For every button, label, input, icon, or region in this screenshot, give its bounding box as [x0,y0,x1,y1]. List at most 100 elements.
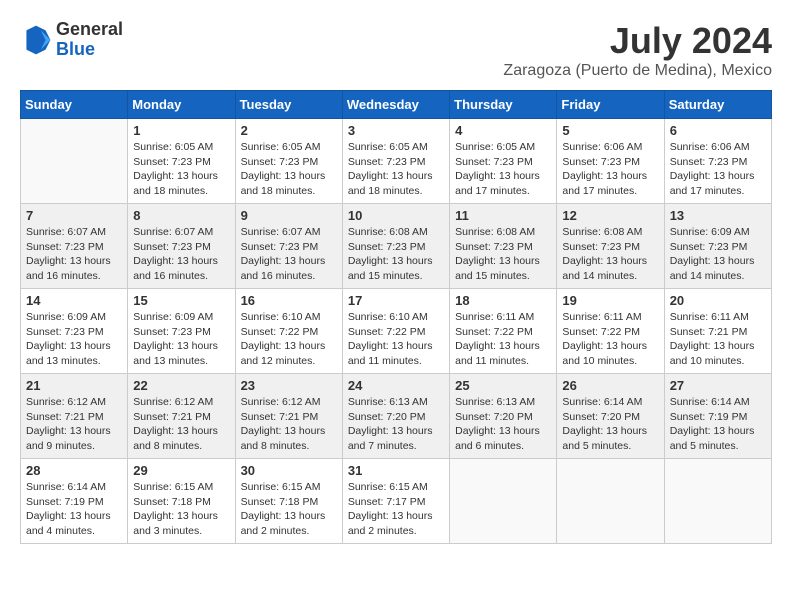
day-number: 28 [26,463,122,478]
calendar-cell: 24 Sunrise: 6:13 AMSunset: 7:20 PMDayligh… [342,374,449,459]
calendar-cell: 27 Sunrise: 6:14 AMSunset: 7:19 PMDayligh… [664,374,771,459]
calendar-cell: 19 Sunrise: 6:11 AMSunset: 7:22 PMDayligh… [557,289,664,374]
day-info: Sunrise: 6:13 AMSunset: 7:20 PMDaylight:… [348,395,444,454]
day-number: 10 [348,208,444,223]
logo-icon [20,24,52,56]
day-number: 1 [133,123,229,138]
day-info: Sunrise: 6:09 AMSunset: 7:23 PMDaylight:… [670,225,766,284]
day-info: Sunrise: 6:11 AMSunset: 7:22 PMDaylight:… [455,310,551,369]
day-number: 16 [241,293,337,308]
day-number: 12 [562,208,658,223]
day-number: 6 [670,123,766,138]
day-info: Sunrise: 6:07 AMSunset: 7:23 PMDaylight:… [26,225,122,284]
day-number: 18 [455,293,551,308]
day-number: 14 [26,293,122,308]
day-number: 2 [241,123,337,138]
day-number: 17 [348,293,444,308]
calendar-week-row: 1 Sunrise: 6:05 AMSunset: 7:23 PMDaylight… [21,119,772,204]
calendar-cell: 21 Sunrise: 6:12 AMSunset: 7:21 PMDayligh… [21,374,128,459]
day-info: Sunrise: 6:06 AMSunset: 7:23 PMDaylight:… [562,140,658,199]
weekday-header-monday: Monday [128,91,235,119]
day-info: Sunrise: 6:11 AMSunset: 7:21 PMDaylight:… [670,310,766,369]
day-number: 23 [241,378,337,393]
day-info: Sunrise: 6:11 AMSunset: 7:22 PMDaylight:… [562,310,658,369]
day-info: Sunrise: 6:09 AMSunset: 7:23 PMDaylight:… [133,310,229,369]
day-info: Sunrise: 6:08 AMSunset: 7:23 PMDaylight:… [562,225,658,284]
day-info: Sunrise: 6:12 AMSunset: 7:21 PMDaylight:… [241,395,337,454]
weekday-header-friday: Friday [557,91,664,119]
day-number: 4 [455,123,551,138]
logo: General Blue [20,20,123,60]
calendar-cell: 15 Sunrise: 6:09 AMSunset: 7:23 PMDayligh… [128,289,235,374]
month-year-title: July 2024 [503,20,772,62]
day-number: 30 [241,463,337,478]
day-info: Sunrise: 6:14 AMSunset: 7:19 PMDaylight:… [670,395,766,454]
calendar-week-row: 14 Sunrise: 6:09 AMSunset: 7:23 PMDayligh… [21,289,772,374]
calendar-cell: 2 Sunrise: 6:05 AMSunset: 7:23 PMDaylight… [235,119,342,204]
day-info: Sunrise: 6:12 AMSunset: 7:21 PMDaylight:… [26,395,122,454]
day-info: Sunrise: 6:10 AMSunset: 7:22 PMDaylight:… [348,310,444,369]
day-number: 29 [133,463,229,478]
weekday-header-row: SundayMondayTuesdayWednesdayThursdayFrid… [21,91,772,119]
calendar-cell [557,459,664,544]
day-number: 15 [133,293,229,308]
day-number: 24 [348,378,444,393]
day-info: Sunrise: 6:05 AMSunset: 7:23 PMDaylight:… [348,140,444,199]
calendar-cell: 14 Sunrise: 6:09 AMSunset: 7:23 PMDayligh… [21,289,128,374]
day-number: 25 [455,378,551,393]
day-info: Sunrise: 6:05 AMSunset: 7:23 PMDaylight:… [133,140,229,199]
calendar-cell: 28 Sunrise: 6:14 AMSunset: 7:19 PMDayligh… [21,459,128,544]
calendar-cell: 30Sunrise: 6:15 AMSunset: 7:18 PMDayligh… [235,459,342,544]
calendar-cell: 25 Sunrise: 6:13 AMSunset: 7:20 PMDayligh… [450,374,557,459]
calendar-week-row: 28 Sunrise: 6:14 AMSunset: 7:19 PMDayligh… [21,459,772,544]
title-section: July 2024 Zaragoza (Puerto de Medina), M… [503,20,772,80]
calendar-cell: 22 Sunrise: 6:12 AMSunset: 7:21 PMDayligh… [128,374,235,459]
day-number: 11 [455,208,551,223]
calendar-cell: 18 Sunrise: 6:11 AMSunset: 7:22 PMDayligh… [450,289,557,374]
calendar-cell: 1 Sunrise: 6:05 AMSunset: 7:23 PMDaylight… [128,119,235,204]
calendar-cell: 29Sunrise: 6:15 AMSunset: 7:18 PMDayligh… [128,459,235,544]
calendar-week-row: 7 Sunrise: 6:07 AMSunset: 7:23 PMDaylight… [21,204,772,289]
day-info: Sunrise: 6:07 AMSunset: 7:23 PMDaylight:… [241,225,337,284]
day-info: Sunrise: 6:15 AMSunset: 7:17 PMDaylight:… [348,480,444,539]
day-info: Sunrise: 6:14 AMSunset: 7:20 PMDaylight:… [562,395,658,454]
day-info: Sunrise: 6:14 AMSunset: 7:19 PMDaylight:… [26,480,122,539]
day-number: 3 [348,123,444,138]
day-number: 13 [670,208,766,223]
weekday-header-saturday: Saturday [664,91,771,119]
day-info: Sunrise: 6:05 AMSunset: 7:23 PMDaylight:… [455,140,551,199]
day-number: 5 [562,123,658,138]
day-number: 20 [670,293,766,308]
calendar-cell: 7 Sunrise: 6:07 AMSunset: 7:23 PMDaylight… [21,204,128,289]
day-info: Sunrise: 6:05 AMSunset: 7:23 PMDaylight:… [241,140,337,199]
calendar-cell: 3 Sunrise: 6:05 AMSunset: 7:23 PMDaylight… [342,119,449,204]
calendar-cell: 17 Sunrise: 6:10 AMSunset: 7:22 PMDayligh… [342,289,449,374]
day-number: 21 [26,378,122,393]
calendar-cell: 8 Sunrise: 6:07 AMSunset: 7:23 PMDaylight… [128,204,235,289]
day-info: Sunrise: 6:13 AMSunset: 7:20 PMDaylight:… [455,395,551,454]
day-number: 8 [133,208,229,223]
calendar-cell: 20 Sunrise: 6:11 AMSunset: 7:21 PMDayligh… [664,289,771,374]
day-number: 26 [562,378,658,393]
weekday-header-tuesday: Tuesday [235,91,342,119]
calendar-cell: 11Sunrise: 6:08 AMSunset: 7:23 PMDayligh… [450,204,557,289]
calendar-cell: 5 Sunrise: 6:06 AMSunset: 7:23 PMDaylight… [557,119,664,204]
weekday-header-thursday: Thursday [450,91,557,119]
calendar-cell: 4 Sunrise: 6:05 AMSunset: 7:23 PMDaylight… [450,119,557,204]
day-number: 31 [348,463,444,478]
calendar-week-row: 21 Sunrise: 6:12 AMSunset: 7:21 PMDayligh… [21,374,772,459]
calendar-cell: 6Sunrise: 6:06 AMSunset: 7:23 PMDaylight… [664,119,771,204]
day-info: Sunrise: 6:07 AMSunset: 7:23 PMDaylight:… [133,225,229,284]
day-number: 9 [241,208,337,223]
calendar-cell: 23 Sunrise: 6:12 AMSunset: 7:21 PMDayligh… [235,374,342,459]
calendar-cell: 26 Sunrise: 6:14 AMSunset: 7:20 PMDayligh… [557,374,664,459]
weekday-header-wednesday: Wednesday [342,91,449,119]
day-number: 19 [562,293,658,308]
day-number: 27 [670,378,766,393]
page-header: General Blue July 2024 Zaragoza (Puerto … [20,20,772,80]
day-number: 22 [133,378,229,393]
day-number: 7 [26,208,122,223]
day-info: Sunrise: 6:09 AMSunset: 7:23 PMDaylight:… [26,310,122,369]
calendar-cell: 16Sunrise: 6:10 AMSunset: 7:22 PMDayligh… [235,289,342,374]
day-info: Sunrise: 6:12 AMSunset: 7:21 PMDaylight:… [133,395,229,454]
